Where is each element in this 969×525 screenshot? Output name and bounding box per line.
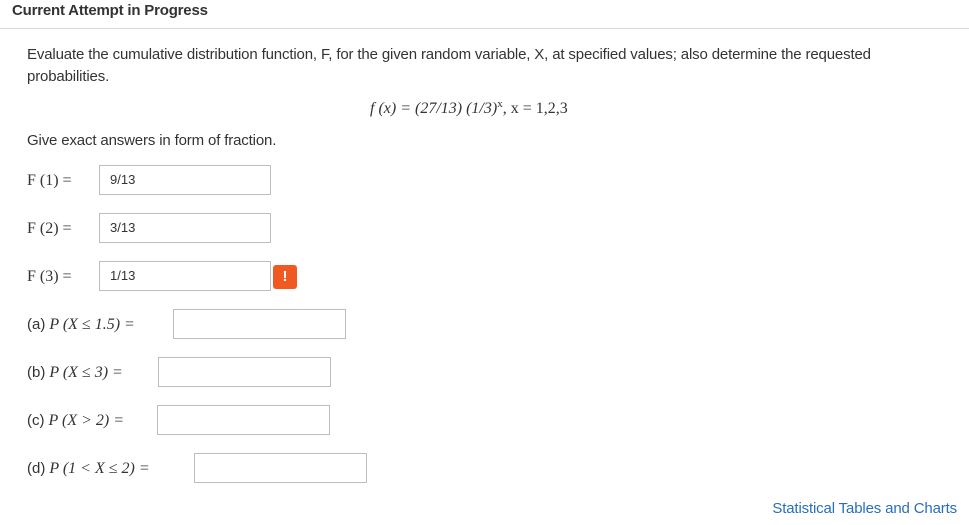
prob-answer-input-b[interactable] — [158, 357, 331, 387]
pmf-formula: f (x) = (27/13) (1/3)x, x = 1,2,3 — [370, 98, 568, 118]
prob-label-d: (d) P (1 < X ≤ 2) = — [27, 460, 150, 478]
formula-lhs: f (x) = (27/13) (1/3) — [370, 100, 498, 117]
attempt-header: Current Attempt in Progress — [0, 0, 969, 29]
prob-expr-d: P (1 < X ≤ 2) = — [49, 460, 150, 477]
prob-tag-b: (b) — [27, 364, 46, 381]
prob-expr-a: P (X ≤ 1.5) = — [49, 316, 135, 333]
formula-rhs: , x = 1,2,3 — [502, 100, 568, 117]
prob-tag-c: (c) — [27, 412, 45, 429]
cdf-answer-input-3[interactable]: 1/13 — [99, 261, 271, 291]
cdf-answer-input-2[interactable]: 3/13 — [99, 213, 271, 243]
prob-label-b: (b) P (X ≤ 3) = — [27, 364, 123, 382]
cdf-label-2: F (2) = — [27, 220, 72, 237]
prob-answer-input-a[interactable] — [173, 309, 346, 339]
prob-expr-c: P (X > 2) = — [48, 412, 125, 429]
prob-answer-input-d[interactable] — [194, 453, 367, 483]
prob-answer-input-c[interactable] — [157, 405, 330, 435]
question-instructions: Evaluate the cumulative distribution fun… — [27, 46, 871, 85]
answer-format-note: Give exact answers in form of fraction. — [27, 132, 277, 149]
attempt-status-title: Current Attempt in Progress — [12, 2, 208, 19]
prob-tag-d: (d) — [27, 460, 46, 477]
prob-expr-b: P (X ≤ 3) = — [49, 364, 123, 381]
cdf-label-3: F (3) = — [27, 268, 72, 285]
statistical-tables-link[interactable]: Statistical Tables and Charts — [772, 500, 957, 517]
prob-label-a: (a) P (X ≤ 1.5) = — [27, 316, 135, 334]
cdf-label-1: F (1) = — [27, 172, 72, 189]
prob-label-c: (c) P (X > 2) = — [27, 412, 124, 430]
prob-tag-a: (a) — [27, 316, 46, 333]
warning-icon[interactable]: ! — [273, 265, 297, 289]
cdf-answer-input-1[interactable]: 9/13 — [99, 165, 271, 195]
